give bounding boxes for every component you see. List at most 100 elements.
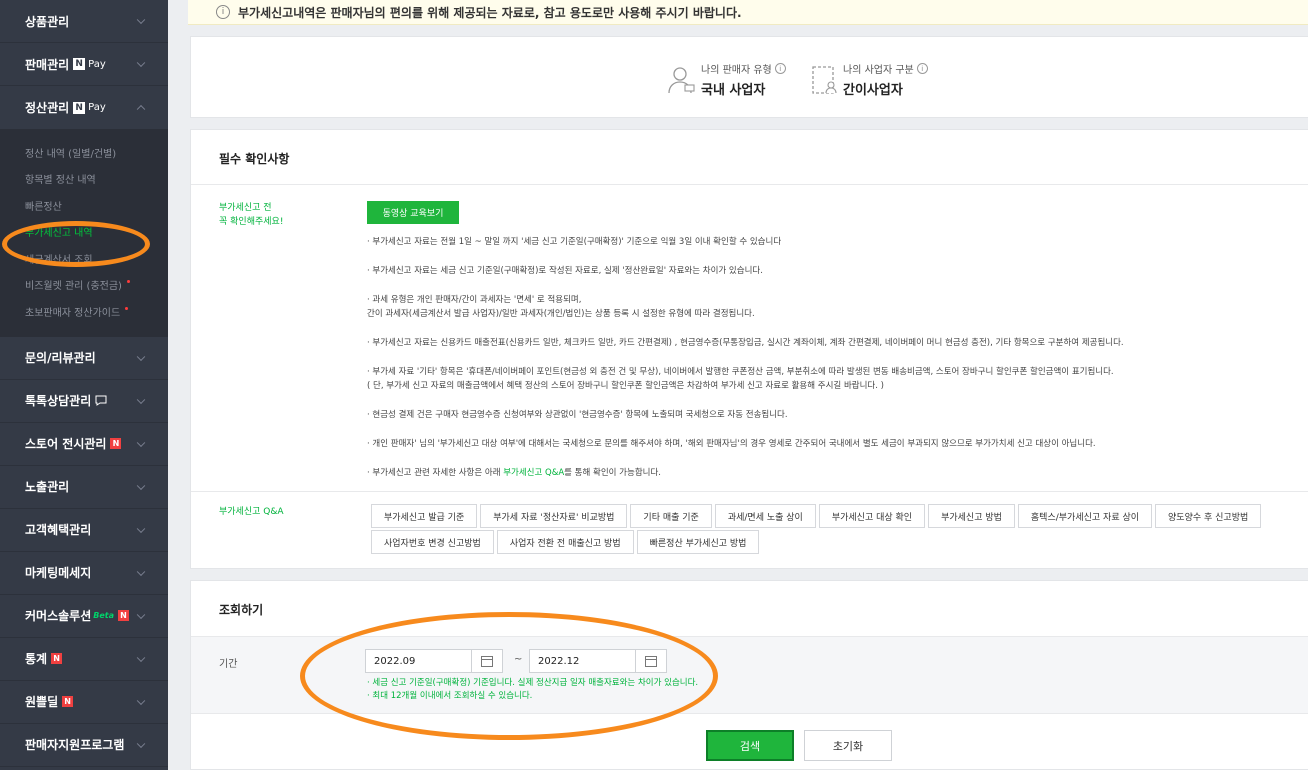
new-badge-icon: N [62,696,74,707]
qa-button[interactable]: 부가세신고 방법 [928,504,1015,528]
qa-button[interactable]: 부가세신고 발급 기준 [371,504,478,528]
calendar-icon [481,655,493,667]
qa-button[interactable]: 사업자번호 변경 신고방법 [371,530,494,554]
menu-label: 톡톡상담관리 [25,394,92,408]
menu-settlement[interactable]: 정산관리 N Pay [0,86,168,129]
vat-confirm-label-line: 부가세신고 전 [219,203,272,213]
bullet-item: · 개인 판매자' 님의 '부가세신고 대상 여부'에 대해서는 국세청으로 문… [367,439,1096,449]
npay-pay-text: Pay [88,102,106,113]
menu-exposure[interactable]: 노출관리 [0,466,168,509]
seller-type-label: 나의 판매자 유형 i [701,61,786,76]
npay-n-icon: N [73,58,86,70]
menu-label: 원쁠딜 [25,695,59,709]
bullet-item: · 과세 유형은 개인 판매자/간이 과세자는 '면세' 로 적용되며, 간이 … [367,295,755,319]
menu-label: 판매자지원프로그램 [25,738,125,752]
chevron-down-icon [136,653,146,662]
submenu-beginner-guide[interactable]: 초보판매자 정산가이드 [0,298,168,325]
qa-button[interactable]: 빠른정산 부가세신고 방법 [636,530,760,554]
period-row: 기간 2022.09 ~ 2022.12 · 세금 신고 기준일(구매확정) 기… [191,636,1308,714]
seller-type-group: 나의 판매자 유형 i 국내 사업자 [667,61,786,98]
chevron-down-icon [136,58,146,68]
npay-pay-text: Pay [88,58,106,70]
menu-label: 문의/리뷰관리 [25,351,96,365]
qa-button[interactable]: 부가세 자료 '정산자료' 비교방법 [480,504,628,528]
reset-button[interactable]: 초기화 [804,730,892,761]
info-icon[interactable]: i [774,63,786,74]
qa-button[interactable]: 기타 매출 기준 [630,504,712,528]
menu-marketing-message[interactable]: 마케팅메세지 [0,552,168,595]
bullet-item: · 부가세신고 자료는 신용카드 매출전표(신용카드 일반, 체크카드 일반, … [367,338,1124,348]
search-button[interactable]: 검색 [706,730,794,761]
submenu-label: 비즈월렛 관리 (충전금) [25,281,122,293]
qa-button[interactable]: 부가세신고 대상 확인 [818,504,926,528]
menu-sales[interactable]: 판매관리 N Pay [0,43,168,86]
video-education-button[interactable]: 동영상 교육보기 [367,201,459,224]
calendar-button[interactable] [636,650,666,672]
menu-talktalk[interactable]: 톡톡상담관리 [0,380,168,423]
notice-bullets: · 부가세신고 자료는 전월 1일 ~ 말일 까지 '세금 신고 기준일(구매확… [367,235,1297,495]
vat-qa-link[interactable]: 부가세신고 Q&A [503,468,564,478]
menu-customer-benefit[interactable]: 고객혜택관리 [0,509,168,552]
submenu-vat-report[interactable]: 부가세신고 내역 [0,219,168,246]
chevron-down-icon [136,696,146,705]
new-badge-icon: N [118,610,129,621]
menu-label: 통계 [25,652,48,666]
date-from-field[interactable]: 2022.09 [365,649,503,673]
main-content: i 부가세신고내역은 판매자님의 편의를 위해 제공되는 자료로, 참고 용도로… [188,0,1308,770]
new-badge-icon: N [51,653,63,664]
submenu-label: 항목별 정산 내역 [25,175,96,187]
seller-info-card: 나의 판매자 유형 i 국내 사업자 나의 사업자 구분 i 간이사업자 [190,36,1308,118]
menu-label: 커머스솔루션 [25,609,92,623]
divider [191,184,1308,185]
bullet-text: 를 통해 확인이 가능합니다. [564,468,661,478]
menu-seller-support[interactable]: 판매자지원프로그램 [0,724,168,767]
bullet-item: · 부가세신고 자료는 세금 신고 기준일(구매확정)로 작성된 자료로, 실제… [367,266,763,276]
qa-button[interactable]: 과세/면세 노출 상이 [714,504,816,528]
info-icon[interactable]: i [916,63,928,74]
chevron-down-icon [136,15,146,25]
period-hint: · 최대 12개월 이내에서 조회하실 수 있습니다. [367,691,533,701]
qa-button[interactable]: 홈텍스/부가세신고 자료 상이 [1017,504,1153,528]
submenu-quick-settlement[interactable]: 빠른정산 [0,192,168,219]
npay-logo: N Pay [73,101,106,114]
qa-button-grid: 부가세신고 발급 기준 부가세 자료 '정산자료' 비교방법 기타 매출 기준 … [371,504,1308,554]
chevron-down-icon [136,610,146,619]
npay-n-icon: N [73,101,86,114]
bullet-item: · 현금성 결제 건은 구매자 현금영수증 신청여부와 상관없이 '현금영수증'… [367,410,788,420]
new-dot-icon [125,306,129,310]
date-to-field[interactable]: 2022.12 [529,649,667,673]
submenu-label: 세금계산서 조회 [25,254,93,266]
submenu-bizwallet[interactable]: 비즈월렛 관리 (충전금) [0,272,168,299]
submenu-settlement-history[interactable]: 정산 내역 (일별/건별) [0,139,168,166]
calendar-icon [645,655,657,667]
menu-label: 마케팅메세지 [25,566,92,580]
bullet-text: · 부가세신고 관련 자세한 사항은 아래 [367,468,504,478]
menu-oneplus-deal[interactable]: 원쁠딜 N [0,681,168,724]
notice-text: 부가세신고내역은 판매자님의 편의를 위해 제공되는 자료로, 참고 용도로만 … [238,5,742,20]
menu-label: 고객혜택관리 [25,523,92,537]
menu-product[interactable]: 상품관리 [0,0,168,43]
submenu-label: 정산 내역 (일별/건별) [25,148,117,160]
chevron-down-icon [136,524,146,533]
qa-button[interactable]: 양도양수 후 신고방법 [1155,504,1262,528]
qa-button[interactable]: 사업자 전환 전 매출신고 방법 [496,530,634,554]
menu-commerce-solution[interactable]: 커머스솔루션 Beta N [0,595,168,638]
business-type-group: 나의 사업자 구분 i 간이사업자 [811,61,928,98]
divider [191,491,1308,492]
search-card: 조회하기 기간 2022.09 ~ 2022.12 · 세금 신고 기준일(구매… [190,580,1308,770]
chevron-down-icon [136,739,146,748]
vat-confirm-label-line: 꼭 확인해주세요! [219,217,284,227]
calendar-button[interactable] [472,650,502,672]
notice-banner: i 부가세신고내역은 판매자님의 편의를 위해 제공되는 자료로, 참고 용도로… [188,0,1308,25]
period-hint: · 세금 신고 기준일(구매확정) 기준입니다. 실제 정산지급 일자 매출자료… [367,678,699,688]
chevron-down-icon [136,438,146,447]
menu-statistics[interactable]: 통계 N [0,638,168,681]
menu-store-display[interactable]: 스토어 전시관리 N [0,423,168,466]
submenu-item-settlement[interactable]: 항목별 정산 내역 [0,166,168,193]
business-type-value: 간이사업자 [843,83,903,98]
date-from-value: 2022.09 [366,650,472,672]
menu-inquiry-review[interactable]: 문의/리뷰관리 [0,337,168,380]
submenu-tax-invoice[interactable]: 세금계산서 조회 [0,245,168,272]
chevron-down-icon [136,395,146,404]
menu-label: 판매관리 [25,57,70,72]
